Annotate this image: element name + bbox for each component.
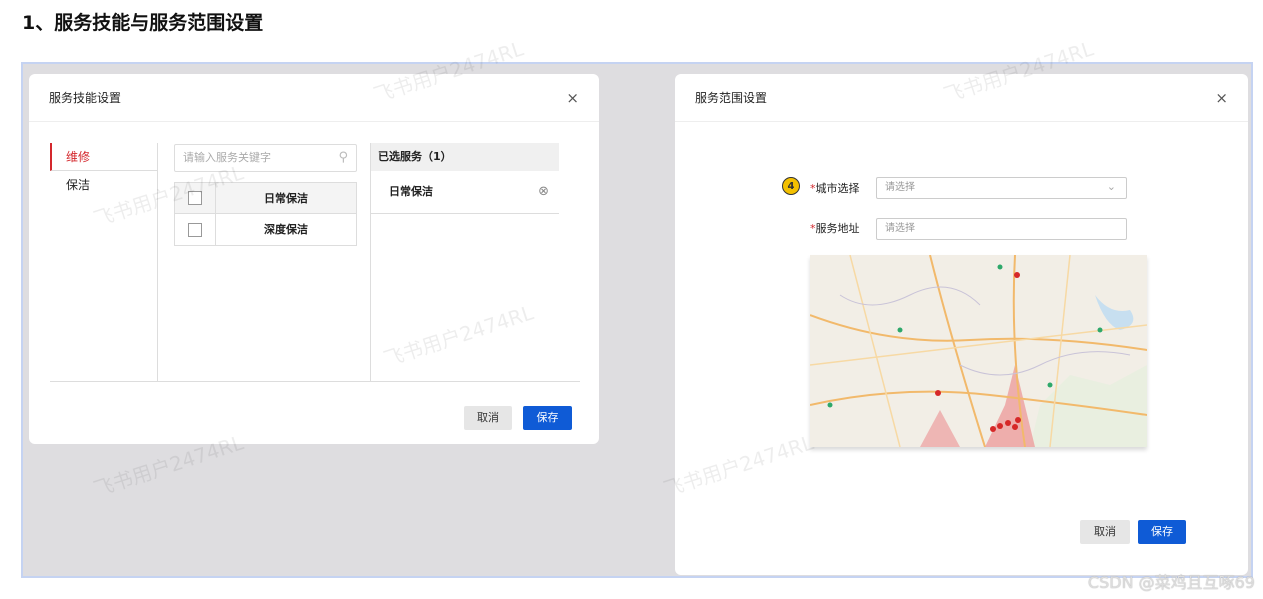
category-list: 维修 保洁 [50, 143, 158, 381]
category-item-cleaning[interactable]: 保洁 [50, 171, 157, 199]
city-select[interactable]: 请选择 ⌄ [876, 177, 1127, 199]
search-placeholder: 请输入服务关键字 [183, 151, 271, 164]
service-name: 日常保洁 [215, 183, 356, 213]
selected-service-item: 日常保洁 ⊗ [371, 178, 559, 214]
service-name: 深度保洁 [215, 214, 356, 245]
address-input[interactable]: 请选择 [876, 218, 1127, 240]
service-search-input[interactable]: 请输入服务关键字 ⚲ [174, 144, 357, 172]
table-row[interactable]: 深度保洁 [175, 214, 356, 245]
chevron-down-icon: ⌄ [1106, 180, 1116, 193]
search-icon[interactable]: ⚲ [338, 145, 348, 171]
range-settings-dialog: 服务范围设置 × 4 *城市选择 请选择 ⌄ *服务地址 请选择 取消 保存 [675, 74, 1248, 575]
screenshot-frame: 服务技能设置 × 维修 保洁 请输入服务关键字 ⚲ 日常保洁 深度保洁 已选服务… [21, 62, 1253, 578]
author-credit: CSDN @菜鸡且互啄69 [1087, 573, 1255, 592]
service-table: 日常保洁 深度保洁 [174, 182, 357, 246]
selected-services-header: 已选服务（1） [371, 143, 559, 171]
city-label: *城市选择 [810, 182, 860, 195]
dialog-title: 服务技能设置 [49, 91, 122, 105]
service-area-map[interactable] [810, 255, 1147, 447]
service-checkbox[interactable] [188, 222, 202, 237]
map-image[interactable] [810, 255, 1147, 447]
remove-circle-icon[interactable]: ⊗ [538, 178, 549, 206]
close-icon[interactable]: × [1215, 89, 1228, 107]
skill-settings-dialog: 服务技能设置 × 维修 保洁 请输入服务关键字 ⚲ 日常保洁 深度保洁 已选服务… [29, 74, 599, 444]
dialog-header: 服务范围设置 × [675, 74, 1248, 122]
page-heading: 1、服务技能与服务范围设置 [22, 12, 264, 34]
cancel-button[interactable]: 取消 [1080, 520, 1130, 544]
step-badge: 4 [782, 177, 800, 195]
footer-divider [50, 381, 580, 382]
table-row[interactable]: 日常保洁 [175, 183, 356, 214]
category-item-repair[interactable]: 维修 [50, 143, 157, 171]
cancel-button[interactable]: 取消 [464, 406, 512, 430]
save-button[interactable]: 保存 [523, 406, 572, 430]
dialog-header: 服务技能设置 × [29, 74, 599, 122]
close-icon[interactable]: × [566, 89, 579, 107]
selected-service-name: 日常保洁 [389, 185, 433, 198]
save-button[interactable]: 保存 [1138, 520, 1186, 544]
dialog-title: 服务范围设置 [695, 91, 768, 105]
service-checkbox[interactable] [188, 191, 202, 205]
address-label: *服务地址 [810, 222, 860, 235]
